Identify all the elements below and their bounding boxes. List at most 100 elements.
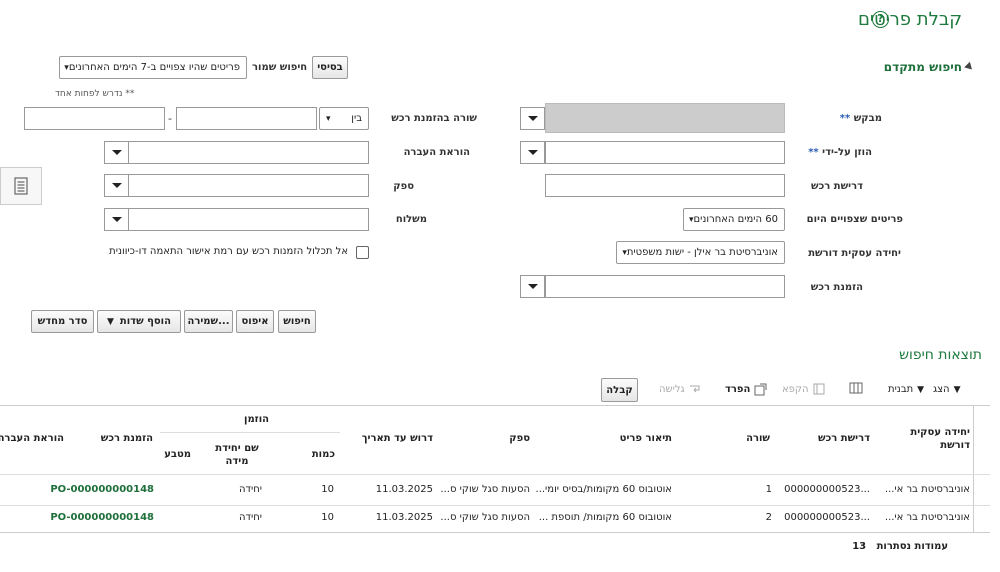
cell-line: 1 (765, 484, 772, 495)
col-header-po[interactable]: הזמנת רכש (101, 433, 153, 444)
detach-icon (754, 383, 767, 396)
col-header-bu[interactable]: יחידה עסקית דורשת (890, 426, 970, 452)
business-unit-label: יחידה עסקית דורשת (808, 248, 901, 259)
chevron-down-icon: ▾ (64, 62, 69, 73)
saved-search-select[interactable]: פריטים שהיו צפויים ב-7 הימים האחרונים ▾ (59, 56, 247, 79)
basic-search-button[interactable]: בסיסי (312, 56, 348, 79)
columns-icon[interactable] (849, 381, 863, 395)
collapse-triangle-icon[interactable] (964, 61, 975, 73)
freeze-icon (813, 383, 825, 395)
wrap-icon (689, 385, 700, 393)
freeze-button[interactable]: הקפא (782, 383, 825, 395)
entered-by-label-text: הוזן על-ידי (822, 147, 872, 158)
cell-requisition: ...000000000523 (784, 484, 870, 495)
col-header-uom[interactable]: שם יחידת מידה (211, 442, 263, 468)
cell-qty: 10 (321, 484, 334, 495)
cell-po-link[interactable]: PO-000000000148 (50, 512, 154, 523)
shipment-dropdown[interactable] (104, 208, 129, 231)
group-header-divider (160, 432, 340, 433)
dropdown-arrow-icon (111, 217, 122, 222)
search-button[interactable]: חיפוש (278, 310, 316, 333)
reset-button[interactable]: איפוס (236, 310, 274, 333)
reorder-button[interactable]: סדר מחדש (31, 310, 94, 333)
receive-button[interactable]: קבלה (601, 378, 638, 402)
requester-dropdown[interactable] (520, 107, 545, 130)
save-button[interactable]: שמירה... (184, 310, 233, 333)
supplier-dropdown[interactable] (104, 174, 129, 197)
chevron-down-icon: ▾ (326, 113, 331, 124)
entered-by-dropdown[interactable] (520, 141, 545, 164)
requisition-input[interactable] (545, 174, 785, 197)
po-line-operator-value: בין (351, 113, 362, 124)
col-header-qty[interactable]: כמות (312, 449, 335, 460)
supplier-label: ספק (393, 181, 414, 192)
dropdown-arrow-icon (527, 284, 538, 289)
supplier-input[interactable] (128, 174, 369, 197)
add-fields-button[interactable]: ▼ הוסף שדות (97, 310, 181, 333)
chevron-down-icon: ▼ (953, 384, 961, 395)
col-header-due-date[interactable]: דרוש עד תאריך (362, 433, 433, 444)
requester-input[interactable] (545, 103, 785, 133)
cell-po-link[interactable]: PO-000000000148 (50, 484, 154, 495)
add-fields-label: הוסף שדות (119, 316, 171, 327)
col-header-currency[interactable]: מטבע (164, 449, 191, 460)
cell-item-desc: אוטובוס 60 מקומות/ תוספת ... (538, 512, 672, 523)
po-input[interactable] (545, 275, 785, 298)
results-title: תוצאות חיפוש (899, 347, 982, 363)
format-label: תבנית (888, 384, 914, 395)
hidden-columns-footer: עמודות נסתרות 13 (852, 541, 948, 552)
transfer-order-label: הוראת העברה (403, 147, 470, 158)
row-divider (0, 505, 990, 506)
expected-items-value: 60 הימים האחרונים (693, 214, 778, 225)
dropdown-arrow-icon (527, 116, 538, 121)
cell-uom: יחידה (239, 512, 262, 523)
cell-supplier: הסעות סגל שוקי ס... (440, 484, 530, 495)
chevron-down-icon: ▾ (622, 247, 627, 258)
cell-due-date: 11.03.2025 (375, 512, 433, 523)
po-line-to-input[interactable] (24, 107, 165, 130)
col-header-ordered: הוזמן (244, 414, 269, 425)
help-icon[interactable]: ? (872, 11, 889, 28)
detach-button[interactable]: הפרד (725, 383, 767, 396)
view-label: הצג (933, 384, 950, 395)
expected-items-select[interactable]: 60 הימים האחרונים ▾ (683, 208, 785, 231)
format-menu[interactable]: תבנית ▼ (888, 384, 924, 395)
hidden-columns-label: עמודות נסתרות (876, 541, 948, 552)
range-dash: - (168, 112, 172, 125)
detach-label: הפרד (725, 384, 751, 395)
wrap-label: גלישה (659, 383, 685, 395)
po-line-operator-select[interactable]: בין ▾ (319, 107, 369, 130)
cell-bu: אוניברסיטת בר אי... (884, 484, 970, 495)
requester-label: מבקש ** (839, 113, 882, 124)
cell-uom: יחידה (239, 484, 262, 495)
dropdown-arrow-icon (111, 150, 122, 155)
view-menu[interactable]: הצג ▼ (933, 384, 961, 395)
po-dropdown[interactable] (520, 275, 545, 298)
exclude-two-way-label: אל תכלול הזמנות רכש עם רמת אישור התאמה ד… (109, 246, 348, 257)
entered-by-input[interactable] (545, 141, 785, 164)
wrap-button[interactable]: גלישה (659, 383, 701, 395)
po-line-from-input[interactable] (176, 107, 317, 130)
business-unit-value: אוניברסיטת בר אילן - ישות משפטית (626, 247, 778, 258)
saved-search-label: חיפוש שמור (252, 62, 308, 73)
cell-line: 2 (765, 512, 772, 523)
chevron-down-icon: ▼ (107, 316, 114, 327)
advanced-search-title[interactable]: חיפוש מתקדם (884, 60, 962, 74)
freeze-label: הקפא (782, 383, 809, 395)
chevron-down-icon: ▾ (688, 214, 694, 225)
shipment-input[interactable] (128, 208, 369, 231)
dropdown-arrow-icon (527, 150, 538, 155)
col-header-line[interactable]: שורה (746, 433, 770, 444)
transfer-order-dropdown[interactable] (104, 141, 129, 164)
saved-search-value: פריטים שהיו צפויים ב-7 הימים האחרונים (68, 62, 240, 73)
side-panel-toggle[interactable] (0, 167, 42, 205)
col-header-item-desc[interactable]: תיאור פריט (620, 433, 672, 444)
business-unit-select[interactable]: אוניברסיטת בר אילן - ישות משפטית ▾ (616, 241, 785, 264)
col-header-transfer[interactable]: הוראת העברה (0, 433, 64, 444)
transfer-order-input[interactable] (128, 141, 369, 164)
col-header-requisition[interactable]: דרישת רכש (818, 433, 870, 444)
shipment-label: משלוח (395, 214, 427, 225)
exclude-two-way-checkbox[interactable] (356, 246, 369, 259)
dropdown-arrow-icon (111, 183, 122, 188)
col-header-supplier[interactable]: ספק (509, 433, 530, 444)
